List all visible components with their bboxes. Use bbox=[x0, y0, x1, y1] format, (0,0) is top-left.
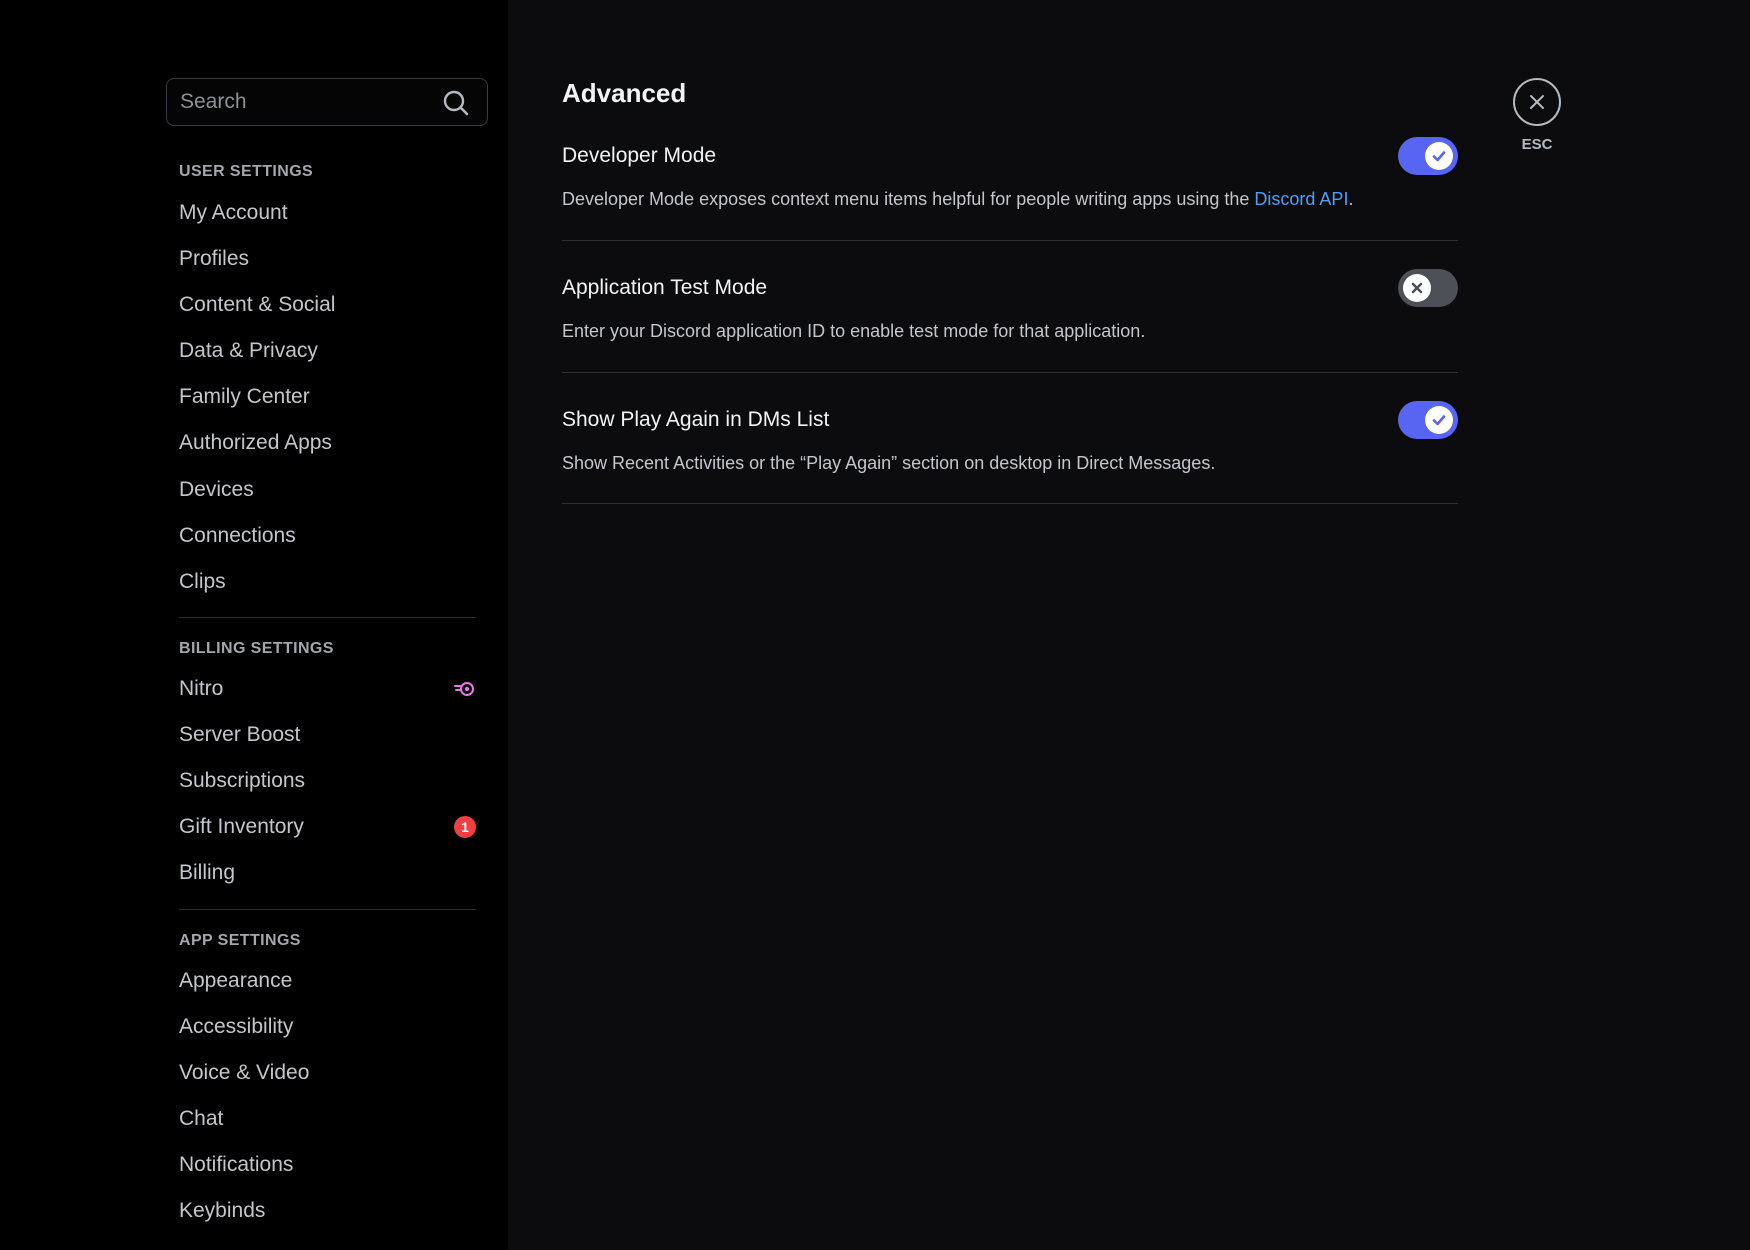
developer-mode-title: Developer Mode bbox=[562, 144, 717, 167]
close-button[interactable] bbox=[1513, 78, 1561, 126]
sidebar-item-keybinds[interactable]: Keybinds bbox=[169, 1190, 486, 1232]
sidebar-divider bbox=[179, 617, 476, 618]
sidebar-divider bbox=[179, 909, 476, 910]
discord-api-link[interactable]: Discord API bbox=[1254, 189, 1348, 209]
sidebar-item-gift-inventory[interactable]: Gift Inventory 1 bbox=[169, 806, 486, 848]
setting-divider bbox=[562, 372, 1458, 373]
sidebar-item-label: Connections bbox=[179, 524, 296, 547]
sidebar-item-label: Gift Inventory bbox=[179, 815, 304, 838]
sidebar-item-profiles[interactable]: Profiles bbox=[169, 238, 486, 280]
billing-settings-header: BILLING SETTINGS bbox=[179, 640, 334, 657]
sidebar-item-label: Nitro bbox=[179, 677, 224, 700]
sidebar-item-nitro[interactable]: Nitro bbox=[169, 668, 486, 710]
esc-label: ESC bbox=[1521, 136, 1553, 153]
sidebar-item-my-account[interactable]: My Account bbox=[169, 192, 486, 234]
app-test-mode-description: Enter your Discord application ID to ena… bbox=[562, 321, 1146, 341]
sidebar-item-clips[interactable]: Clips bbox=[169, 561, 486, 603]
sidebar-item-label: Appearance bbox=[179, 969, 293, 992]
check-icon bbox=[1425, 142, 1453, 170]
app-test-mode-toggle[interactable] bbox=[1398, 269, 1458, 307]
sidebar-item-accessibility[interactable]: Accessibility bbox=[169, 1006, 486, 1048]
sidebar-item-family-center[interactable]: Family Center bbox=[169, 376, 486, 418]
check-icon bbox=[1425, 406, 1453, 434]
sidebar-item-label: Notifications bbox=[179, 1153, 294, 1176]
setting-divider bbox=[562, 240, 1458, 241]
sidebar-item-label: Billing bbox=[179, 861, 236, 884]
sidebar-item-label: Authorized Apps bbox=[179, 431, 332, 454]
close-control: ESC bbox=[1512, 78, 1562, 153]
sidebar-item-label: Clips bbox=[179, 570, 226, 593]
x-icon bbox=[1403, 274, 1431, 302]
sidebar-item-voice-video[interactable]: Voice & Video bbox=[169, 1052, 486, 1094]
sidebar-item-label: Accessibility bbox=[179, 1015, 294, 1038]
play-again-description: Show Recent Activities or the “Play Agai… bbox=[562, 453, 1216, 473]
sidebar-item-devices[interactable]: Devices bbox=[169, 469, 486, 511]
sidebar-item-label: Devices bbox=[179, 478, 254, 501]
sidebar-item-appearance[interactable]: Appearance bbox=[169, 960, 486, 1002]
sidebar-item-notifications[interactable]: Notifications bbox=[169, 1144, 486, 1186]
sidebar-item-chat[interactable]: Chat bbox=[169, 1098, 486, 1140]
sidebar-item-label: Server Boost bbox=[179, 723, 301, 746]
search-input[interactable] bbox=[180, 79, 430, 125]
sidebar-item-subscriptions[interactable]: Subscriptions bbox=[169, 760, 486, 802]
settings-sidebar: USER SETTINGS My Account Profiles Conten… bbox=[0, 0, 508, 1250]
search-box[interactable] bbox=[166, 78, 488, 126]
nitro-icon bbox=[454, 681, 476, 697]
setting-divider bbox=[562, 503, 1458, 504]
sidebar-item-authorized-apps[interactable]: Authorized Apps bbox=[169, 422, 486, 464]
play-again-title: Show Play Again in DMs List bbox=[562, 408, 830, 431]
sidebar-item-label: Data & Privacy bbox=[179, 339, 318, 362]
settings-window: USER SETTINGS My Account Profiles Conten… bbox=[0, 0, 1750, 1250]
notification-badge: 1 bbox=[454, 816, 476, 838]
sidebar-item-server-boost[interactable]: Server Boost bbox=[169, 714, 486, 756]
developer-mode-toggle[interactable] bbox=[1398, 137, 1458, 175]
sidebar-item-label: My Account bbox=[179, 201, 288, 224]
sidebar-item-content-social[interactable]: Content & Social bbox=[169, 284, 486, 326]
sidebar-item-label: Profiles bbox=[179, 247, 250, 270]
app-settings-header: APP SETTINGS bbox=[179, 932, 301, 949]
sidebar-item-label: Voice & Video bbox=[179, 1061, 310, 1084]
user-settings-header: USER SETTINGS bbox=[179, 163, 314, 180]
sidebar-item-label: Content & Social bbox=[179, 293, 336, 316]
sidebar-item-label: Chat bbox=[179, 1107, 224, 1130]
search-icon[interactable] bbox=[442, 89, 470, 117]
developer-mode-description: Developer Mode exposes context menu item… bbox=[562, 189, 1354, 209]
sidebar-item-label: Keybinds bbox=[179, 1199, 266, 1222]
sidebar-item-label: Family Center bbox=[179, 385, 310, 408]
app-test-mode-title: Application Test Mode bbox=[562, 276, 768, 299]
sidebar-item-data-privacy[interactable]: Data & Privacy bbox=[169, 330, 486, 372]
page-title: Advanced bbox=[562, 78, 687, 108]
sidebar-item-connections[interactable]: Connections bbox=[169, 515, 486, 557]
close-icon bbox=[1530, 95, 1544, 109]
sidebar-item-label: Subscriptions bbox=[179, 769, 306, 792]
sidebar-item-billing[interactable]: Billing bbox=[169, 852, 486, 894]
play-again-toggle[interactable] bbox=[1398, 401, 1458, 439]
